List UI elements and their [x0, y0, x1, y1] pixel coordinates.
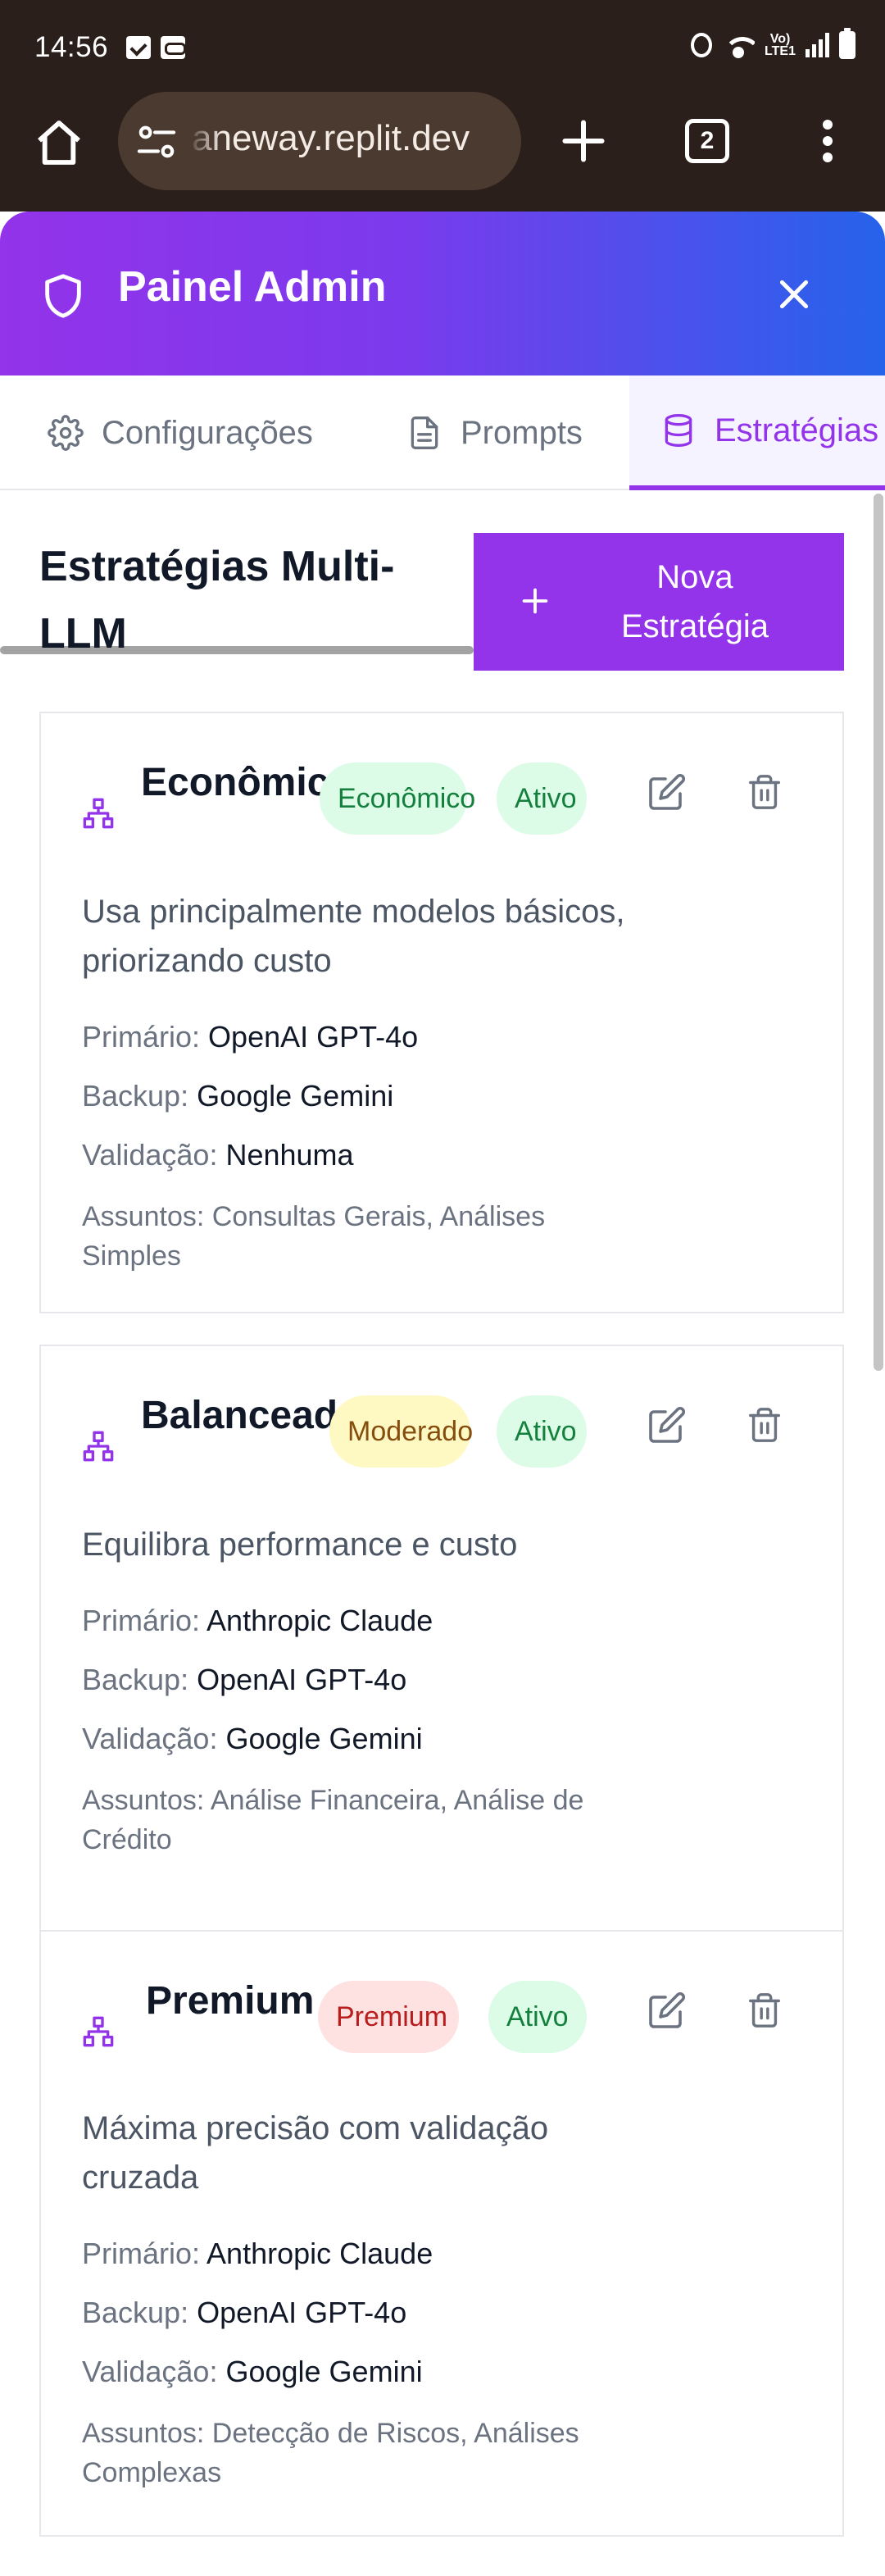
subjects-row: Assuntos: Detecção de Riscos, Análises C… — [82, 2418, 579, 2488]
tab-estrategias[interactable]: Estratégias — [629, 375, 885, 490]
strategy-name: Econômico — [141, 761, 353, 804]
panel-header: Painel Admin — [0, 212, 885, 375]
tier-badge: Econômico — [320, 762, 475, 835]
strategy-description: Máxima precisão com validação cruzada — [82, 2110, 549, 2196]
signal-icon — [806, 33, 829, 57]
primary-model-row: Primário: Anthropic Claude — [82, 2237, 433, 2270]
section-title: Estratégias Multi-LLM — [39, 543, 395, 658]
admin-tabs: Configurações Prompts Estratégias — [0, 375, 885, 654]
primary-model-row: Primário: Anthropic Claude — [82, 1604, 433, 1637]
strategy-card: Econômico Econômico Ativo Usa principalm… — [39, 712, 844, 1313]
validation-model-row: Validação: Google Gemini — [82, 1722, 423, 1755]
browser-toolbar: aneway.replit.dev 2 — [0, 92, 885, 212]
edit-icon[interactable] — [647, 1991, 687, 2030]
strategy-description: Usa principalmente modelos básicos, prio… — [82, 894, 625, 979]
url-text[interactable]: aneway.replit.dev — [192, 118, 505, 159]
strategy-name: Balanceado — [141, 1394, 362, 1437]
gear-icon — [48, 415, 84, 451]
shield-icon — [45, 274, 81, 318]
alarm-icon — [691, 33, 712, 57]
wifi-icon — [722, 32, 755, 58]
database-icon — [665, 414, 692, 447]
trash-icon[interactable] — [746, 1991, 783, 2030]
admin-panel: Painel Admin Configurações Prompts Estra… — [0, 212, 885, 2576]
trash-icon[interactable] — [746, 772, 783, 812]
backup-model-row: Backup: OpenAI GPT-4o — [82, 1663, 407, 1696]
page-scrollbar[interactable] — [874, 494, 883, 1371]
network-icon — [83, 1431, 114, 1462]
primary-model-row: Primário: OpenAI GPT-4o — [82, 1020, 419, 1054]
validation-model-row: Validação: Nenhuma — [82, 1138, 354, 1172]
tab-label: Estratégias — [715, 412, 879, 448]
more-icon[interactable] — [811, 115, 844, 167]
edit-icon[interactable] — [647, 772, 687, 812]
strategy-card: Balanceado Moderado Ativo Equilibra perf… — [39, 1345, 844, 1946]
home-icon[interactable] — [33, 116, 85, 169]
close-icon[interactable] — [774, 274, 815, 315]
network-icon — [83, 798, 114, 829]
strategy-card: Premium Premium Ativo Máxima precisão co… — [39, 1930, 844, 2537]
tab-label: Configurações — [102, 414, 313, 451]
validation-model-row: Validação: Google Gemini — [82, 2355, 423, 2388]
plus-icon — [522, 588, 548, 614]
voicemail-icon — [161, 36, 186, 59]
address-bar[interactable]: aneway.replit.dev — [118, 92, 521, 190]
strategy-description: Equilibra performance e custo — [82, 1527, 518, 1563]
new-tab-icon[interactable] — [559, 116, 608, 166]
check-box-icon — [126, 36, 151, 59]
subjects-row: Assuntos: Consultas Gerais, Análises Sim… — [82, 1201, 546, 1272]
document-icon — [411, 416, 438, 449]
tab-label: Prompts — [461, 414, 583, 451]
panel-title: Painel Admin — [118, 263, 387, 311]
network-type-label: Vo) LTE1 — [765, 32, 796, 58]
status-bar: 14:56 Vo) LTE1 — [0, 0, 885, 92]
status-time: 14:56 — [34, 31, 109, 63]
site-settings-icon[interactable] — [136, 123, 177, 161]
status-badge: Ativo — [488, 1981, 587, 2053]
new-strategy-button[interactable]: Nova Estratégia — [474, 533, 844, 671]
status-badge: Ativo — [497, 762, 587, 835]
backup-model-row: Backup: Google Gemini — [82, 1079, 394, 1113]
status-badge: Ativo — [497, 1395, 587, 1468]
tab-prompts[interactable]: Prompts — [406, 375, 583, 490]
tab-switcher-button[interactable]: 2 — [685, 119, 729, 163]
tier-badge: Moderado — [329, 1395, 473, 1468]
network-icon — [83, 2016, 114, 2047]
new-strategy-label: Nova Estratégia — [620, 559, 769, 644]
backup-model-row: Backup: OpenAI GPT-4o — [82, 2296, 407, 2329]
tab-configuracoes[interactable]: Configurações — [48, 375, 313, 490]
tier-badge: Premium — [318, 1981, 459, 2053]
edit-icon[interactable] — [647, 1405, 687, 1445]
subjects-row: Assuntos: Análise Financeira, Análise de… — [82, 1785, 584, 1855]
strategy-name: Premium — [146, 1979, 315, 2023]
trash-icon[interactable] — [746, 1405, 783, 1445]
battery-icon — [839, 28, 856, 59]
